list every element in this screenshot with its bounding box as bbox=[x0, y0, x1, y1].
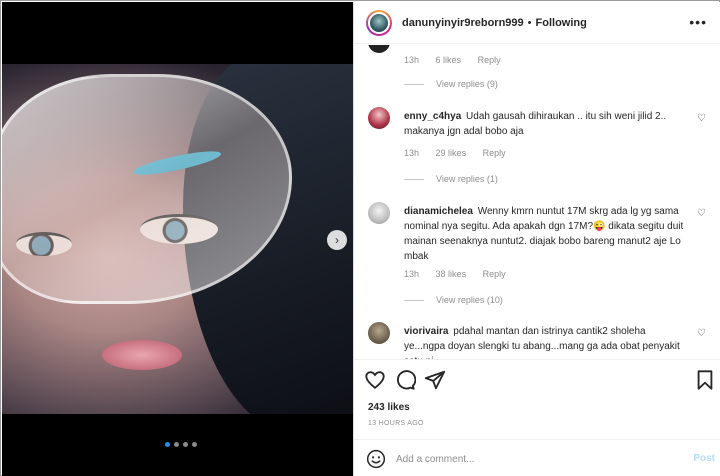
comment-username[interactable]: viorivaira bbox=[404, 326, 448, 337]
header-separator: • bbox=[527, 16, 532, 29]
post-header: danunyinyir9reborn999 • Following ••• bbox=[354, 2, 720, 44]
comment-time: 13h bbox=[404, 269, 420, 279]
comment-item: enny_c4hya Udah gausah dihiraukan .. itu… bbox=[368, 107, 708, 147]
comment-text: viorivaira pdahal mantan dan istrinya ca… bbox=[404, 324, 686, 359]
comment-icon[interactable] bbox=[394, 369, 416, 391]
reply-button[interactable]: Reply bbox=[483, 269, 506, 279]
view-replies-label: View replies (1) bbox=[436, 174, 498, 184]
post-photo[interactable] bbox=[2, 64, 353, 414]
heart-icon[interactable]: ♡ bbox=[697, 208, 706, 219]
comment-likes[interactable]: 38 likes bbox=[436, 269, 467, 279]
comment-text: dianamichelea Wenny kmrn nuntut 17M skrg… bbox=[404, 204, 686, 264]
comment-meta: 13h 6 likes Reply bbox=[404, 55, 515, 65]
comment-meta: 13h 38 likes Reply bbox=[404, 269, 520, 279]
likes-count[interactable]: 243 likes bbox=[368, 402, 410, 413]
comments-pane: danunyinyir9reborn999 • Following ••• 13… bbox=[353, 2, 720, 476]
comment-time: 13h bbox=[404, 148, 420, 158]
reply-button[interactable]: Reply bbox=[483, 148, 506, 158]
carousel-dot bbox=[174, 442, 179, 447]
add-comment-bar: Post bbox=[354, 439, 720, 476]
comment-item: viorivaira pdahal mantan dan istrinya ca… bbox=[368, 322, 708, 359]
photo-lips bbox=[102, 340, 182, 370]
post-actions: 243 likes 13 HOURS AGO bbox=[354, 359, 720, 439]
bookmark-icon[interactable] bbox=[694, 369, 716, 391]
share-icon[interactable] bbox=[424, 369, 446, 391]
author-username[interactable]: danunyinyir9reborn999 bbox=[402, 17, 524, 29]
comment-username[interactable]: dianamichelea bbox=[404, 206, 473, 217]
carousel-dot bbox=[165, 442, 170, 447]
emoji-icon[interactable] bbox=[366, 449, 386, 469]
post-modal: › danunyinyir9reborn999 • Following ••• … bbox=[0, 0, 720, 476]
comment-meta: 13h 29 likes Reply bbox=[404, 148, 520, 158]
reply-button[interactable]: Reply bbox=[478, 55, 501, 65]
replies-divider bbox=[404, 83, 424, 85]
comment-input[interactable] bbox=[396, 450, 676, 468]
carousel-dot bbox=[183, 442, 188, 447]
carousel-dot bbox=[192, 442, 197, 447]
comment-avatar[interactable] bbox=[368, 322, 390, 344]
comment-avatar[interactable] bbox=[368, 45, 390, 53]
view-replies-button[interactable]: View replies (1) bbox=[404, 174, 498, 184]
carousel-dots bbox=[165, 442, 197, 447]
post-timestamp: 13 HOURS AGO bbox=[368, 420, 424, 427]
heart-icon[interactable]: ♡ bbox=[697, 113, 706, 124]
comments-list[interactable]: 13h 6 likes Reply View replies (9) enny_… bbox=[354, 45, 720, 359]
replies-divider bbox=[404, 299, 424, 301]
media-pane: › bbox=[2, 2, 353, 476]
following-button[interactable]: Following bbox=[536, 17, 587, 29]
comment-time: 13h bbox=[404, 55, 420, 65]
comment-text: enny_c4hya Udah gausah dihiraukan .. itu… bbox=[404, 109, 686, 139]
comment-username[interactable]: enny_c4hya bbox=[404, 111, 461, 122]
heart-icon[interactable]: ♡ bbox=[697, 328, 706, 339]
comment-avatar[interactable] bbox=[368, 202, 390, 224]
comment-item: dianamichelea Wenny kmrn nuntut 17M skrg… bbox=[368, 202, 708, 266]
author-avatar[interactable] bbox=[366, 9, 392, 36]
comment-likes[interactable]: 6 likes bbox=[436, 55, 462, 65]
comment-likes[interactable]: 29 likes bbox=[436, 148, 467, 158]
view-replies-label: View replies (10) bbox=[436, 295, 503, 305]
post-button[interactable]: Post bbox=[693, 453, 715, 464]
chevron-right-icon: › bbox=[335, 233, 339, 247]
view-replies-button[interactable]: View replies (9) bbox=[404, 79, 498, 89]
replies-divider bbox=[404, 178, 424, 180]
view-replies-button[interactable]: View replies (10) bbox=[404, 295, 503, 305]
carousel-next-button[interactable]: › bbox=[327, 230, 347, 250]
heart-icon[interactable] bbox=[364, 369, 386, 391]
more-horizontal-icon[interactable]: ••• bbox=[689, 14, 707, 30]
view-replies-label: View replies (9) bbox=[436, 79, 498, 89]
comment-avatar[interactable] bbox=[368, 107, 390, 129]
